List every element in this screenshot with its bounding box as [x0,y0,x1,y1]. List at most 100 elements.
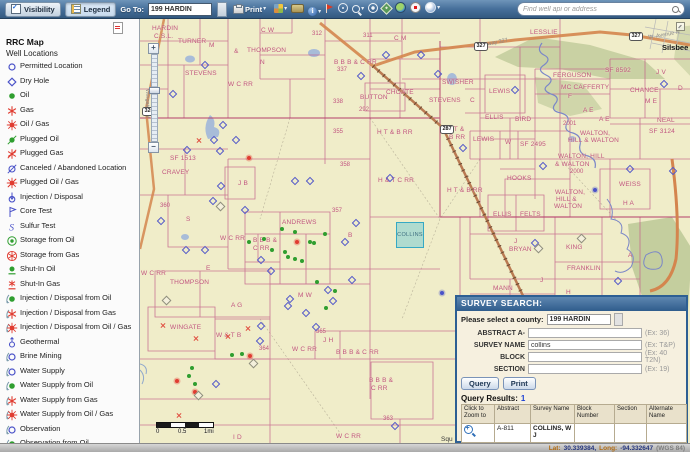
highlighted-survey-collins[interactable]: COLLINS [396,222,424,248]
legend-title: RRC Map [0,35,139,48]
map-label: C RR [371,385,388,392]
oil-well-marker[interactable] [193,382,197,386]
results-column-header: Click to Zoom to [462,405,495,424]
oil-well-marker[interactable] [293,230,297,234]
globe-button[interactable] [393,2,408,13]
oil-well-marker[interactable] [190,366,194,370]
injection-well-marker[interactable] [440,291,444,295]
oil-well-marker[interactable] [187,374,191,378]
map-label: 355 [333,129,343,135]
legend-item: Observation [0,423,139,438]
legend-item: Geothermal [0,336,139,351]
gas-well-marker[interactable] [193,335,199,341]
zoom-tool-icon [352,5,360,13]
settings-sun-button[interactable] [366,3,380,13]
gas-well-marker[interactable] [196,137,202,143]
layers-diamond-button[interactable] [380,4,393,13]
panel-print-button[interactable]: Print [503,377,536,390]
oil-well-marker[interactable] [324,306,328,310]
survey-field-row: ABSTRACT A-(Ex: 36) [457,327,686,339]
block-label: BLOCK [461,354,528,361]
oil-gas-well-marker[interactable] [295,240,299,244]
injection-well-marker[interactable] [593,188,597,192]
oil-well-marker[interactable] [300,259,304,263]
export-pdf-icon[interactable] [113,22,123,34]
legend-button[interactable]: Legend [65,2,117,17]
legend-item: Water Supply from Oil / Gas [0,408,139,423]
measure-tool-button[interactable] [289,4,306,13]
print-button[interactable]: Print ▾ [231,5,268,14]
history-clock-icon [425,2,436,13]
layers-diamond-icon [380,2,393,15]
legend-item: Plugged Gas [0,147,139,162]
survey-name-cell: COLLINS, W J [531,424,575,443]
oil-well-marker[interactable] [280,227,284,231]
oil-well-marker[interactable] [283,250,287,254]
dry-hole-icon [4,76,20,88]
scalebar-zero: 0 [156,429,159,435]
caret-down-icon: ▾ [284,6,287,12]
legend-item-label: Injection / Disposal [20,192,137,202]
map-label: N [260,59,265,66]
info-button[interactable]: i▾ [306,7,323,16]
oil-well-marker[interactable] [230,353,234,357]
map-label: H & T C RR [378,177,414,184]
map-label: C W [261,27,274,34]
oil-gas-well-marker[interactable] [247,156,251,160]
map-label: STEVENS [429,97,461,104]
gas-well-marker[interactable] [160,322,166,328]
zoom-in-button[interactable]: + [148,43,159,54]
legend-item-label: Shut-In Oil [20,264,137,274]
oil-well-marker[interactable] [270,248,274,252]
oil-gas-well-marker[interactable] [175,379,179,383]
sulfur-test-icon: S [4,221,20,233]
zoom-slider-track[interactable] [151,54,158,142]
plugged-gas-icon [4,148,20,160]
oil-well-marker[interactable] [240,352,244,356]
highway-shield: 327 [629,32,643,41]
search-input[interactable] [523,6,672,13]
basemap-grid-button[interactable]: ▾ [272,4,289,13]
crosshair-icon [338,3,348,13]
map-label: J B [238,180,248,187]
oil-well-marker[interactable] [286,255,290,259]
zoom-slider-thumb[interactable] [149,87,160,94]
section-input[interactable] [528,364,642,374]
block-input[interactable] [528,352,642,362]
history-clock-button[interactable]: ▾ [423,2,442,13]
visibility-button[interactable]: Visibility [5,2,61,17]
zoom-to-result-icon[interactable] [464,425,473,434]
survey-name-input[interactable] [528,340,642,350]
zoom-out-button[interactable]: − [148,142,159,153]
goto-input[interactable] [148,3,212,16]
county-dropdown-stub[interactable] [614,313,623,326]
oil-well-marker[interactable] [333,289,337,293]
legend-pdf-row [0,19,139,35]
oil-well-marker[interactable] [323,232,327,236]
oil-well-marker[interactable] [315,280,319,284]
legend-item: Injection / Disposal [0,191,139,206]
oil-well-marker[interactable] [262,237,266,241]
observation-icon [4,424,20,436]
legend-button-label: Legend [84,5,111,14]
county-input[interactable] [547,314,611,325]
record-button[interactable] [408,2,423,13]
gas-well-marker[interactable] [245,325,251,331]
map-label: F [568,93,572,100]
resize-arrows-icon[interactable] [676,22,685,31]
gas-well-marker[interactable] [225,333,231,339]
goto-dropdown-stub[interactable] [217,2,227,17]
oil-well-marker[interactable] [312,241,316,245]
flag-button[interactable] [323,4,336,13]
oil-well-marker[interactable] [247,240,251,244]
legend-item-label: Storage from Oil [20,235,137,245]
oil-gas-icon [4,119,20,131]
oil-well-marker[interactable] [293,257,297,261]
oil-gas-well-marker[interactable] [248,354,252,358]
zoom-tool-button[interactable]: ▾ [350,5,366,13]
query-button[interactable]: Query [461,377,499,390]
crosshair-button[interactable] [336,3,350,13]
gas-well-marker[interactable] [176,412,182,418]
abstract-a-input[interactable] [528,328,642,338]
search-icon[interactable] [672,6,679,13]
